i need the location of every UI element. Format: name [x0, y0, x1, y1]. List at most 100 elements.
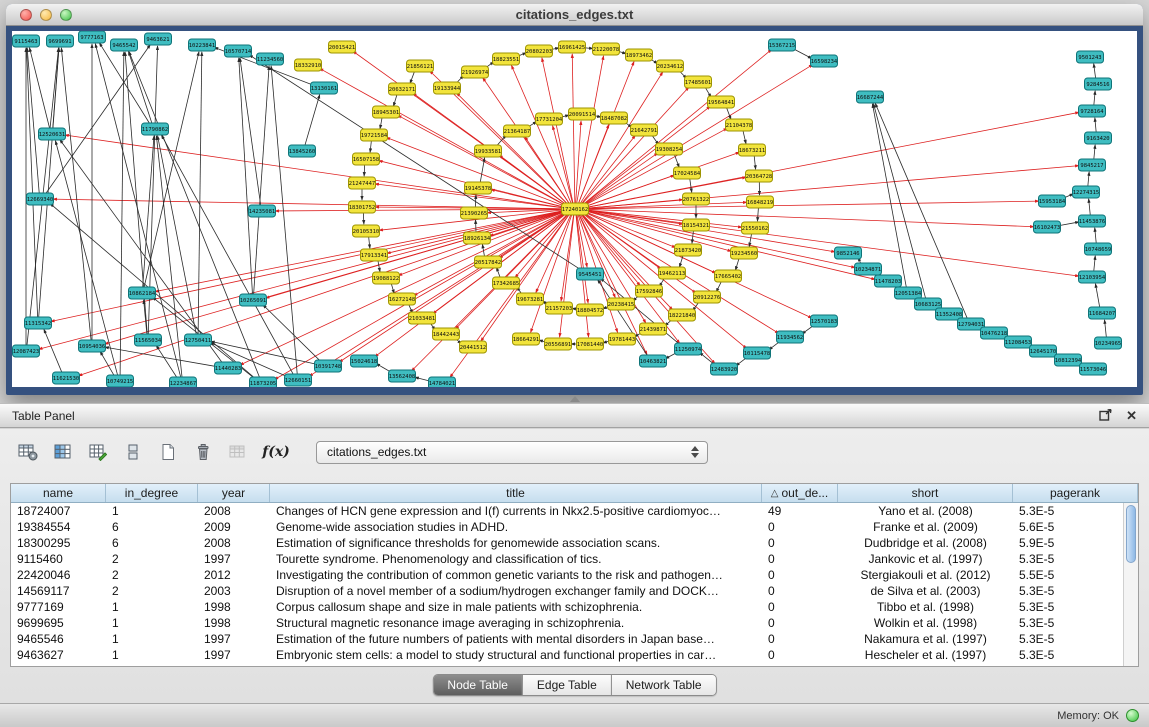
graph-node[interactable]: 18823551	[493, 53, 520, 65]
graph-node[interactable]: 11315342	[25, 317, 52, 329]
graph-node[interactable]: 21856121	[407, 60, 434, 72]
graph-node[interactable]: 16507158	[353, 153, 380, 165]
graph-node[interactable]: 18221840	[669, 309, 696, 321]
graph-node[interactable]: 21364187	[504, 125, 531, 137]
graph-node[interactable]: 19308254	[656, 143, 683, 155]
graph-node[interactable]: 21220078	[593, 43, 620, 55]
tab-node-table[interactable]: Node Table	[433, 675, 522, 695]
graph-node[interactable]: 9699691	[47, 35, 74, 47]
graph-node[interactable]: 10463821	[640, 355, 667, 367]
graph-node[interactable]: 10115478	[744, 347, 771, 359]
graph-node[interactable]: 11573046	[1080, 363, 1107, 375]
graph-node[interactable]: 17024584	[674, 167, 701, 179]
graph-node[interactable]: 15953184	[1039, 195, 1066, 207]
graph-node[interactable]: 19673281	[517, 293, 544, 305]
column-header-short[interactable]: short	[838, 484, 1013, 502]
table-row[interactable]: 1872400712008Changes of HCN gene express…	[11, 503, 1123, 519]
column-header-in_degree[interactable]: in_degree	[106, 484, 198, 502]
graph-node[interactable]: 11234560	[257, 53, 284, 65]
graph-node[interactable]: 12669340	[27, 193, 54, 205]
minimize-window-button[interactable]	[40, 9, 52, 21]
tab-network-table[interactable]: Network Table	[611, 675, 716, 695]
graph-node[interactable]: 9845217	[1079, 159, 1106, 171]
graph-node[interactable]: 9284516	[1085, 78, 1112, 90]
graph-node[interactable]: 12087423	[13, 345, 40, 357]
graph-node[interactable]: 20105310	[353, 225, 380, 237]
graph-node[interactable]: 17081440	[577, 338, 604, 350]
graph-node[interactable]: 11790862	[142, 123, 169, 135]
graph-node[interactable]: 15367215	[769, 39, 796, 51]
graph-node[interactable]: 12103954	[1079, 271, 1106, 283]
graph-node[interactable]: 17731204	[536, 113, 563, 125]
graph-node[interactable]: 12520631	[39, 128, 66, 140]
table-scrollbar-thumb[interactable]	[1126, 505, 1136, 563]
table-row[interactable]: 911546021997Tourette syndrome. Phenomeno…	[11, 551, 1123, 567]
graph-node[interactable]: 20234612	[657, 60, 684, 72]
graph-node[interactable]: 10954036	[79, 340, 106, 352]
panel-splitter[interactable]	[0, 395, 1149, 403]
show-all-columns-button[interactable]	[49, 439, 77, 465]
graph-node[interactable]: 19133944	[434, 82, 461, 94]
graph-node[interactable]: 10570714	[225, 45, 252, 57]
graph-node[interactable]: 11440283	[215, 362, 242, 374]
table-row[interactable]: 969969511998Structural magnetic resonanc…	[11, 615, 1123, 631]
graph-node[interactable]: 15024618	[351, 355, 378, 367]
graph-node[interactable]: 19462113	[659, 267, 686, 279]
graph-node[interactable]: 19564841	[708, 96, 735, 108]
graph-node[interactable]: 13562408	[389, 370, 416, 382]
graph-node[interactable]: 20015421	[329, 41, 356, 53]
graph-node[interactable]: 9852146	[835, 247, 862, 259]
graph-node[interactable]: 18332910	[295, 59, 322, 71]
column-header-name[interactable]: name	[11, 484, 106, 502]
column-header-out_de[interactable]: △out_de...	[762, 484, 838, 502]
network-canvas[interactable]: 1724016221856121206321711894530119721584…	[12, 31, 1137, 387]
table-row[interactable]: 946554611997Estimation of the future num…	[11, 631, 1123, 647]
graph-node[interactable]: 21157203	[546, 302, 573, 314]
graph-node[interactable]: 11684207	[1089, 307, 1116, 319]
graph-node[interactable]: 18673211	[739, 144, 766, 156]
graph-node[interactable]: 10748659	[1085, 243, 1112, 255]
graph-node[interactable]: 20364728	[746, 170, 773, 182]
graph-node[interactable]: 11250974	[675, 343, 702, 355]
graph-node[interactable]: 11478203	[875, 275, 902, 287]
graph-node[interactable]: 20912276	[694, 291, 721, 303]
graph-node[interactable]: 20632171	[389, 83, 416, 95]
graph-node[interactable]: 9463621	[145, 33, 172, 45]
graph-node[interactable]: 14235081	[249, 205, 276, 217]
graph-node[interactable]: 10234965	[1095, 337, 1122, 349]
graph-node[interactable]: 19721584	[361, 129, 388, 141]
graph-node[interactable]: 19088122	[373, 272, 400, 284]
graph-node[interactable]: 19933581	[475, 145, 502, 157]
new-table-button[interactable]	[154, 439, 182, 465]
graph-node[interactable]: 12051384	[895, 287, 922, 299]
graph-node[interactable]: 11934562	[777, 331, 804, 343]
graph-node[interactable]: 9501243	[1077, 51, 1104, 63]
row-options-button[interactable]	[119, 439, 147, 465]
float-panel-icon[interactable]	[1099, 409, 1112, 423]
tab-edge-table[interactable]: Edge Table	[522, 675, 611, 695]
graph-node[interactable]: 20441512	[460, 341, 487, 353]
graph-node[interactable]: 18945301	[373, 106, 400, 118]
graph-node[interactable]: 16961425	[559, 41, 586, 53]
graph-node[interactable]: 19234560	[731, 247, 758, 259]
graph-node[interactable]: 9728164	[1079, 105, 1106, 117]
graph-node[interactable]: 16272148	[389, 293, 416, 305]
zoom-window-button[interactable]	[60, 9, 72, 21]
graph-node[interactable]: 11621530	[53, 372, 80, 384]
graph-node[interactable]: 11453876	[1079, 215, 1106, 227]
table-row[interactable]: 977716911998Corpus callosum shape and si…	[11, 599, 1123, 615]
graph-node[interactable]: 10812394	[1055, 354, 1082, 366]
graph-node[interactable]: 20091514	[569, 108, 596, 120]
close-panel-icon[interactable]: ✕	[1126, 409, 1137, 422]
graph-node[interactable]: 10234871	[855, 263, 882, 275]
graph-node[interactable]: 13130161	[311, 82, 338, 94]
graph-node[interactable]: 11873205	[250, 377, 277, 387]
graph-node[interactable]: 10391748	[315, 360, 342, 372]
graph-node[interactable]: 9465542	[111, 39, 138, 51]
graph-node[interactable]: 16848219	[747, 196, 774, 208]
graph-node[interactable]: 18301752	[349, 201, 376, 213]
graph-node[interactable]: 12234867	[170, 377, 197, 387]
column-header-pagerank[interactable]: pagerank	[1013, 484, 1138, 502]
graph-node[interactable]: 20556891	[545, 338, 572, 350]
graph-node[interactable]: 21247447	[349, 177, 376, 189]
